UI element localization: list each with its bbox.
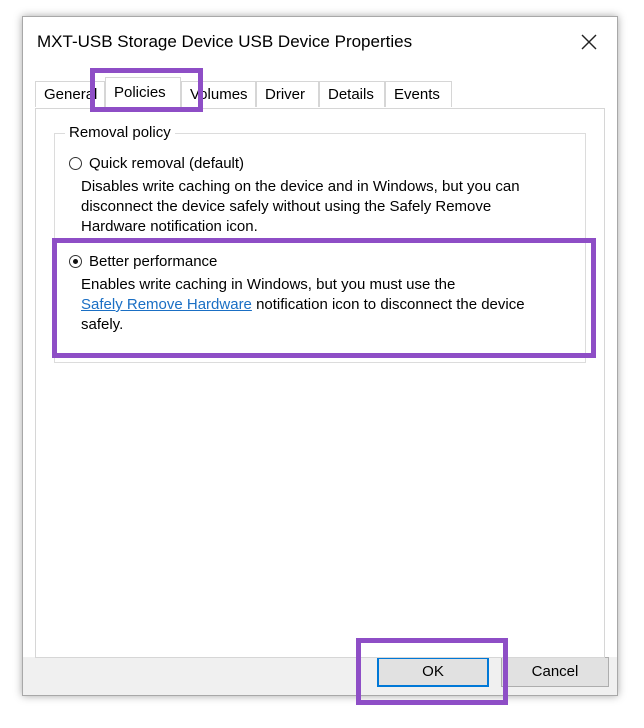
title-bar: MXT-USB Storage Device USB Device Proper… [23, 17, 617, 67]
better-performance-desc-text: notification icon to disconnect the devi… [251, 296, 525, 313]
better-performance-desc-line: Safely Remove Hardware notification icon… [81, 295, 561, 315]
tab-policies[interactable]: Policies [105, 77, 181, 109]
tab-strip: General Policies Volumes Driver Details … [35, 77, 605, 109]
quick-removal-desc-line: Hardware notification icon. [81, 218, 258, 235]
policies-panel: Removal policy Quick removal (default) D… [35, 108, 605, 658]
ok-button[interactable]: OK [377, 657, 489, 687]
quick-removal-desc-line: Disables write caching on the device and… [81, 178, 520, 195]
properties-dialog: MXT-USB Storage Device USB Device Proper… [22, 16, 618, 696]
better-performance-description: Enables write caching in Windows, but yo… [81, 275, 561, 335]
tab-driver[interactable]: Driver [256, 81, 319, 107]
window-title: MXT-USB Storage Device USB Device Proper… [37, 32, 413, 51]
close-icon [581, 34, 597, 50]
better-performance-desc-line: Enables write caching in Windows, but yo… [81, 276, 456, 293]
quick-removal-description: Disables write caching on the device and… [81, 177, 561, 237]
better-performance-radio[interactable] [69, 255, 82, 268]
quick-removal-label[interactable]: Quick removal (default) [89, 155, 244, 172]
better-performance-label[interactable]: Better performance [89, 253, 217, 270]
quick-removal-radio[interactable] [69, 157, 82, 170]
removal-policy-group: Removal policy Quick removal (default) D… [54, 124, 586, 363]
quick-removal-desc-line: disconnect the device safely without usi… [81, 198, 492, 215]
removal-policy-legend: Removal policy [65, 124, 175, 141]
cancel-button[interactable]: Cancel [501, 657, 609, 687]
screenshot-stage: MXT-USB Storage Device USB Device Proper… [0, 0, 644, 728]
tab-events[interactable]: Events [385, 81, 452, 107]
close-button[interactable] [571, 25, 607, 59]
tab-general[interactable]: General [35, 81, 105, 107]
tab-details[interactable]: Details [319, 81, 385, 107]
tab-volumes[interactable]: Volumes [181, 81, 256, 107]
better-performance-desc-line: safely. [81, 316, 124, 333]
safely-remove-hardware-link[interactable]: Safely Remove Hardware [81, 296, 252, 313]
